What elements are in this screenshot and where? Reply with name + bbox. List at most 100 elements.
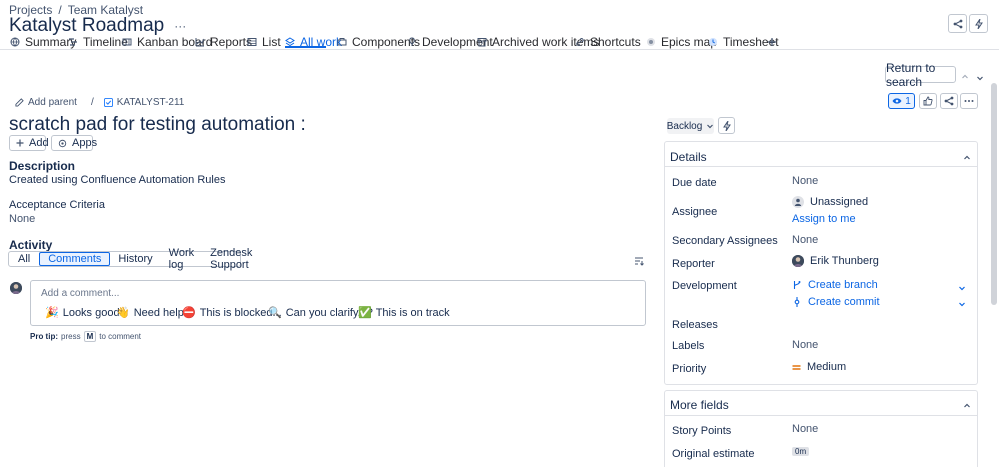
- labels-value[interactable]: None: [792, 339, 818, 351]
- create-branch-link[interactable]: Create branch: [792, 279, 878, 291]
- page-scrollbar[interactable]: [991, 83, 997, 305]
- activity-tab-comments[interactable]: Comments: [39, 252, 111, 266]
- chevron-up-icon: [963, 402, 971, 410]
- original-estimate-label: Original estimate: [672, 448, 755, 460]
- description-text[interactable]: Created using Confluence Automation Rule…: [9, 174, 225, 186]
- secondary-assignees-label: Secondary Assignees: [672, 235, 778, 247]
- tab-timeline[interactable]: Timeline: [68, 35, 128, 49]
- board-icon: [122, 37, 132, 47]
- parent-row: Add parent / KATALYST-211: [15, 97, 184, 108]
- component-icon: [337, 37, 347, 47]
- details-divider: [665, 166, 977, 167]
- chevron-down-icon: [976, 74, 984, 82]
- labels-label: Labels: [672, 340, 705, 352]
- comment-box[interactable]: Add a comment... 🎉 Looks good! 👋 Need he…: [30, 280, 646, 326]
- sort-activity-button[interactable]: [634, 255, 644, 269]
- details-panel: Details Due date None Assignee Unassigne…: [664, 141, 978, 385]
- create-commit-link[interactable]: Create commit: [792, 296, 880, 308]
- description-heading: Description: [9, 159, 76, 173]
- issue-title[interactable]: scratch pad for testing automation :: [9, 114, 306, 136]
- quick-reply-need-help[interactable]: 👋 Need help?: [116, 306, 190, 319]
- assignee-label: Assignee: [672, 206, 718, 218]
- tab-shortcuts[interactable]: Shortcuts: [575, 35, 656, 49]
- priority-label: Priority: [672, 363, 707, 375]
- tab-reports[interactable]: Reports: [195, 35, 252, 49]
- quick-reply-looks-good[interactable]: 🎉 Looks good!: [45, 306, 123, 319]
- reporter-avatar-icon: [792, 255, 804, 267]
- plus-icon: [16, 139, 24, 147]
- quick-reply-on-track[interactable]: ✅ This is on track: [358, 306, 450, 319]
- assign-to-me-link[interactable]: Assign to me: [792, 213, 856, 225]
- story-points-value[interactable]: None: [792, 423, 818, 435]
- priority-medium-icon: [792, 364, 801, 371]
- issue-key-link[interactable]: KATALYST-211: [117, 97, 185, 108]
- chevron-down-icon: [958, 284, 966, 292]
- collapse-details-button[interactable]: [963, 151, 971, 165]
- comment-input[interactable]: Add a comment...: [41, 288, 119, 299]
- next-issue-button[interactable]: [976, 71, 984, 85]
- releases-label: Releases: [672, 319, 718, 331]
- acceptance-criteria-label: Acceptance Criteria: [9, 199, 105, 211]
- eye-icon: [892, 97, 902, 105]
- watch-button[interactable]: 1: [888, 93, 915, 109]
- activity-heading: Activity: [9, 238, 53, 252]
- due-date-value[interactable]: None: [792, 175, 818, 187]
- add-tab-button[interactable]: [767, 35, 777, 49]
- tab-list[interactable]: List: [247, 35, 281, 49]
- reporter-value[interactable]: Erik Thunberg: [792, 255, 879, 267]
- more-actions-button[interactable]: [960, 93, 978, 109]
- more-fields-panel: More fields Story Points None Original e…: [664, 390, 978, 467]
- previous-issue-button[interactable]: [961, 70, 969, 84]
- plus-icon: [767, 37, 777, 47]
- project-more-button[interactable]: ···: [174, 19, 186, 33]
- apps-button[interactable]: Apps: [51, 135, 97, 151]
- add-button[interactable]: Add: [9, 135, 49, 151]
- share-issue-button[interactable]: [940, 93, 958, 109]
- details-heading[interactable]: Details: [670, 150, 707, 164]
- apps-icon: [58, 139, 67, 148]
- map-icon: [646, 37, 656, 47]
- keyboard-key: M: [83, 331, 97, 342]
- create-branch-dropdown[interactable]: [958, 281, 966, 295]
- list-icon: [247, 37, 257, 47]
- chevron-up-icon: [961, 73, 969, 81]
- add-parent-link[interactable]: Add parent: [28, 97, 77, 108]
- issue-automation-button[interactable]: [718, 117, 735, 134]
- wave-icon: 👋: [116, 306, 130, 319]
- check-mark-icon: ✅: [358, 306, 372, 319]
- no-entry-icon: ⛔: [182, 306, 196, 319]
- tab-summary[interactable]: Summary: [10, 35, 76, 49]
- unassigned-avatar-icon: [792, 196, 804, 208]
- assignee-value[interactable]: Unassigned: [792, 196, 868, 208]
- create-commit-dropdown[interactable]: [958, 297, 966, 311]
- activity-tab-history[interactable]: History: [110, 252, 160, 266]
- chart-icon: [195, 37, 205, 47]
- quick-reply-blocked[interactable]: ⛔ This is blocked...: [182, 306, 282, 319]
- original-estimate-value[interactable]: 0m: [792, 447, 810, 456]
- priority-value[interactable]: Medium: [792, 361, 846, 373]
- secondary-assignees-value[interactable]: None: [792, 234, 818, 246]
- acceptance-criteria-value[interactable]: None: [9, 213, 35, 225]
- lightning-icon: [722, 120, 732, 131]
- activity-tab-work-log[interactable]: Work log: [161, 247, 202, 271]
- like-button[interactable]: [919, 93, 937, 109]
- current-user-avatar: [10, 282, 22, 297]
- activity-tab-zendesk-support[interactable]: Zendesk Support: [202, 247, 260, 271]
- return-to-search-button[interactable]: Return to search: [885, 61, 956, 89]
- share-button[interactable]: [948, 14, 967, 33]
- chevron-down-icon: [958, 300, 966, 308]
- reporter-label: Reporter: [672, 258, 715, 270]
- automation-button[interactable]: [969, 14, 988, 33]
- tab-epics-map[interactable]: Epics map: [646, 35, 717, 49]
- activity-tab-all[interactable]: All: [9, 252, 39, 266]
- project-tabs: Summary Timeline Kanban board Reports Li…: [0, 33, 999, 50]
- task-checkbox-icon: [103, 98, 113, 107]
- chevron-up-icon: [963, 154, 971, 162]
- due-date-label: Due date: [672, 177, 717, 189]
- more-fields-divider: [665, 415, 977, 416]
- share-icon: [953, 19, 963, 29]
- activity-tabs: All Comments History Work log Zendesk Su…: [8, 247, 252, 271]
- status-dropdown[interactable]: Backlog: [667, 118, 714, 134]
- more-fields-heading[interactable]: More fields: [670, 398, 729, 412]
- collapse-more-fields-button[interactable]: [963, 399, 971, 413]
